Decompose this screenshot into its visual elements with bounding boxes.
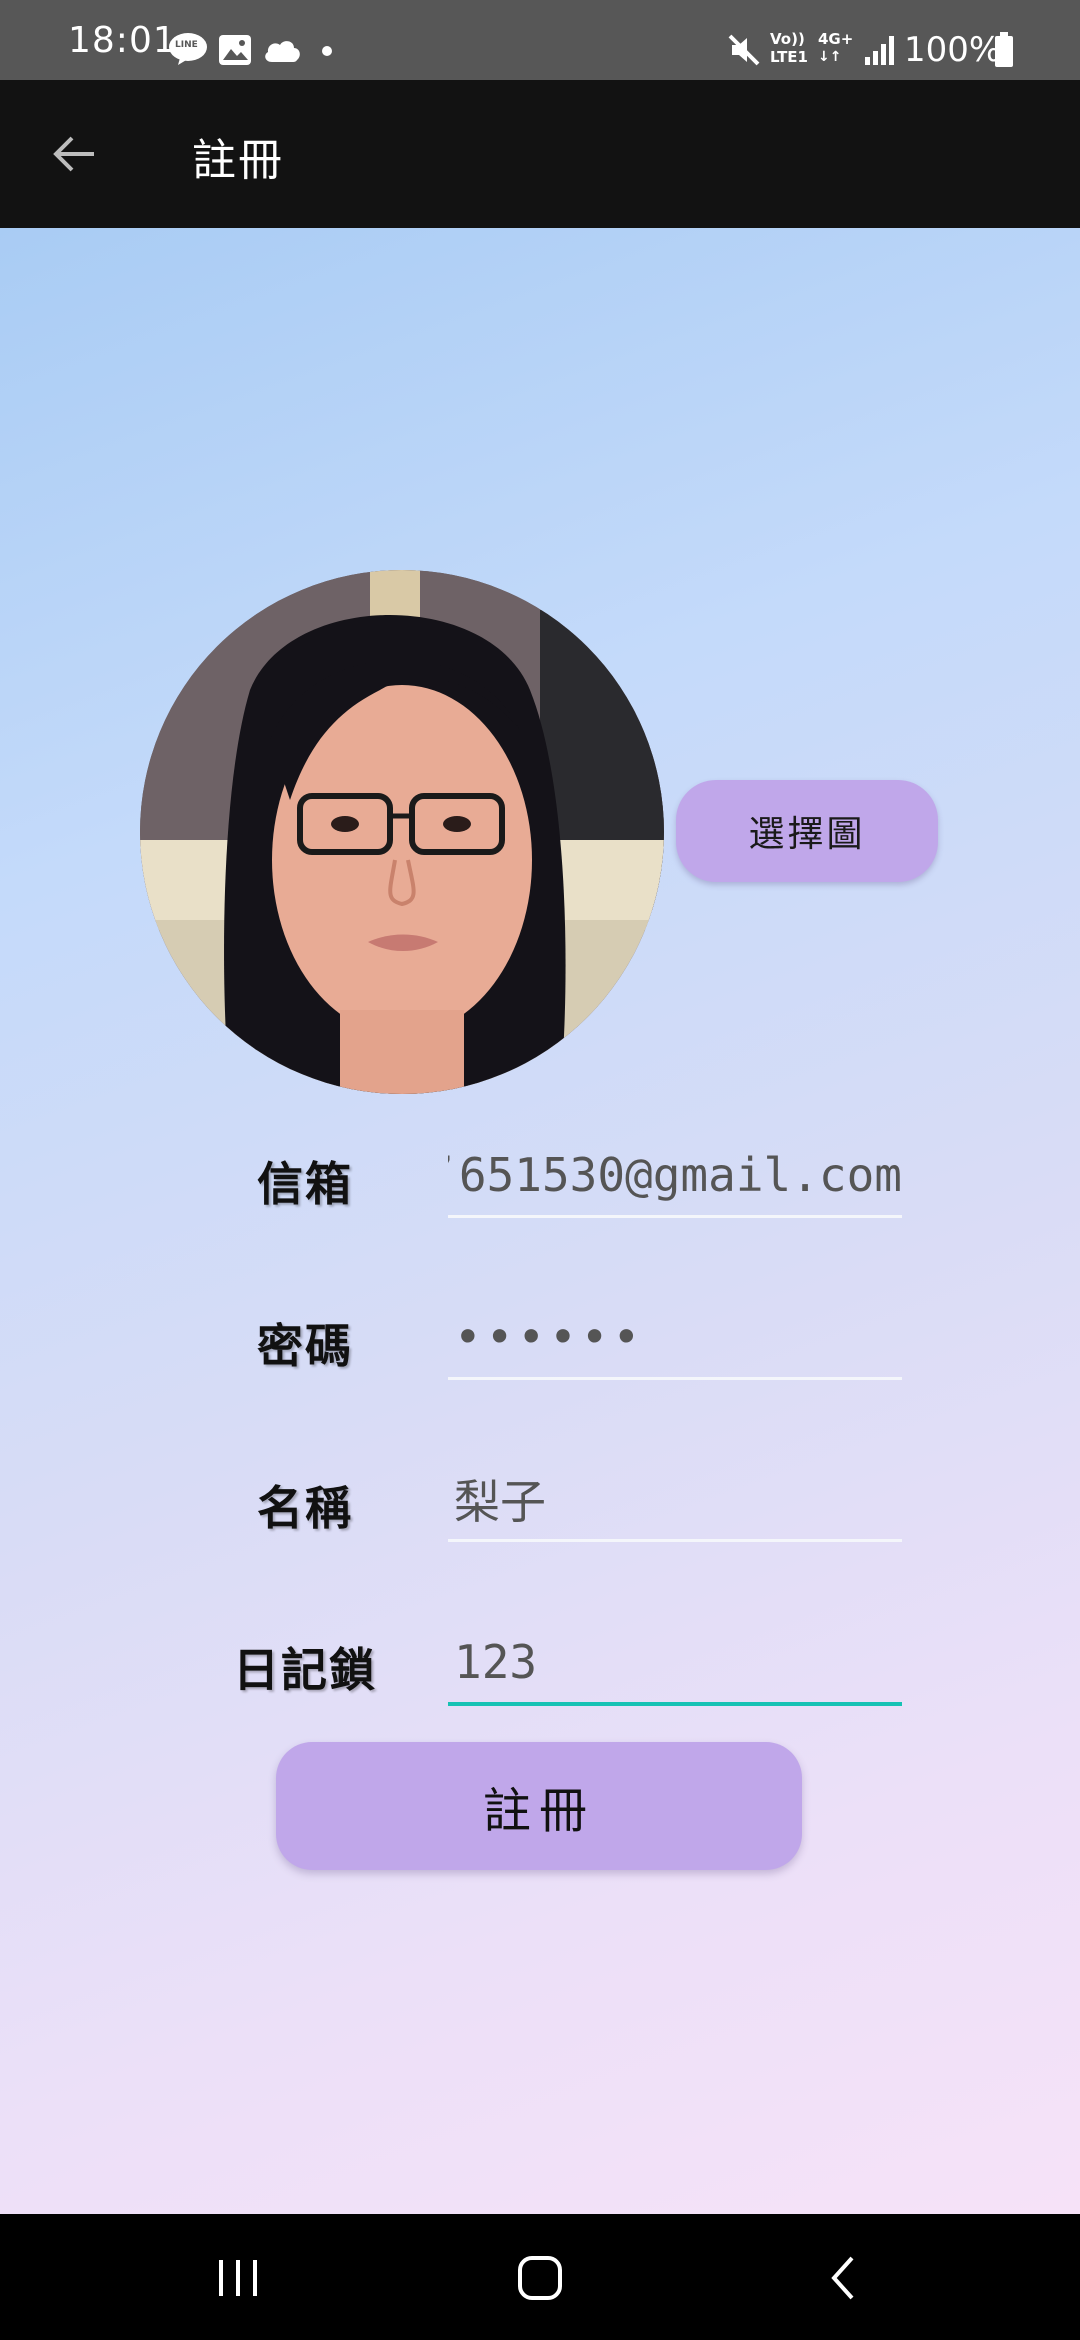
page-title: 註冊 xyxy=(192,135,284,186)
line-icon: LINE xyxy=(168,32,208,66)
back-icon xyxy=(831,2256,854,2300)
name-label: 名稱 xyxy=(257,1481,353,1535)
arrow-left-icon xyxy=(53,136,94,172)
home-button[interactable] xyxy=(480,2240,600,2316)
nav-back-button[interactable] xyxy=(784,2240,904,2316)
choose-image-button[interactable]: 選擇圖 xyxy=(676,780,938,882)
network-indicator: 4G+ ↓↑ xyxy=(818,30,858,70)
status-time: 18:01 xyxy=(68,20,177,61)
dot-icon xyxy=(320,44,334,58)
email-field[interactable]: ’651530@gmail.com xyxy=(448,1134,902,1218)
recent-apps-icon xyxy=(219,2260,257,2296)
password-field[interactable]: •••••• xyxy=(448,1296,902,1380)
volte-indicator: Vo)) LTE1 xyxy=(770,30,818,70)
battery-icon xyxy=(994,32,1014,68)
password-label: 密碼 xyxy=(257,1319,353,1373)
image-icon xyxy=(218,34,252,66)
name-field[interactable]: 梨子 xyxy=(448,1458,902,1542)
network-type-text: 4G+ xyxy=(818,30,854,48)
data-arrows-icon: ↓↑ xyxy=(818,49,842,65)
recent-apps-button[interactable] xyxy=(178,2240,298,2316)
line-badge-text: LINE xyxy=(175,40,198,50)
signal-icon xyxy=(860,30,900,70)
mute-icon xyxy=(724,30,764,70)
avatar-image[interactable] xyxy=(140,570,664,1094)
volte-bottom-text: LTE1 xyxy=(770,48,808,66)
volte-top-text: Vo)) xyxy=(770,30,805,48)
home-icon xyxy=(518,2256,562,2300)
back-button[interactable] xyxy=(44,112,104,196)
cloud-icon xyxy=(262,36,302,64)
diary-lock-field[interactable]: 123 xyxy=(448,1622,902,1706)
content-area xyxy=(0,228,1080,2214)
register-button[interactable]: 註冊 xyxy=(276,1742,802,1870)
app-bar xyxy=(0,80,1080,228)
diary-lock-label: 日記鎖 xyxy=(233,1643,377,1697)
battery-percent: 100% xyxy=(904,30,1002,70)
email-label: 信箱 xyxy=(257,1157,353,1211)
